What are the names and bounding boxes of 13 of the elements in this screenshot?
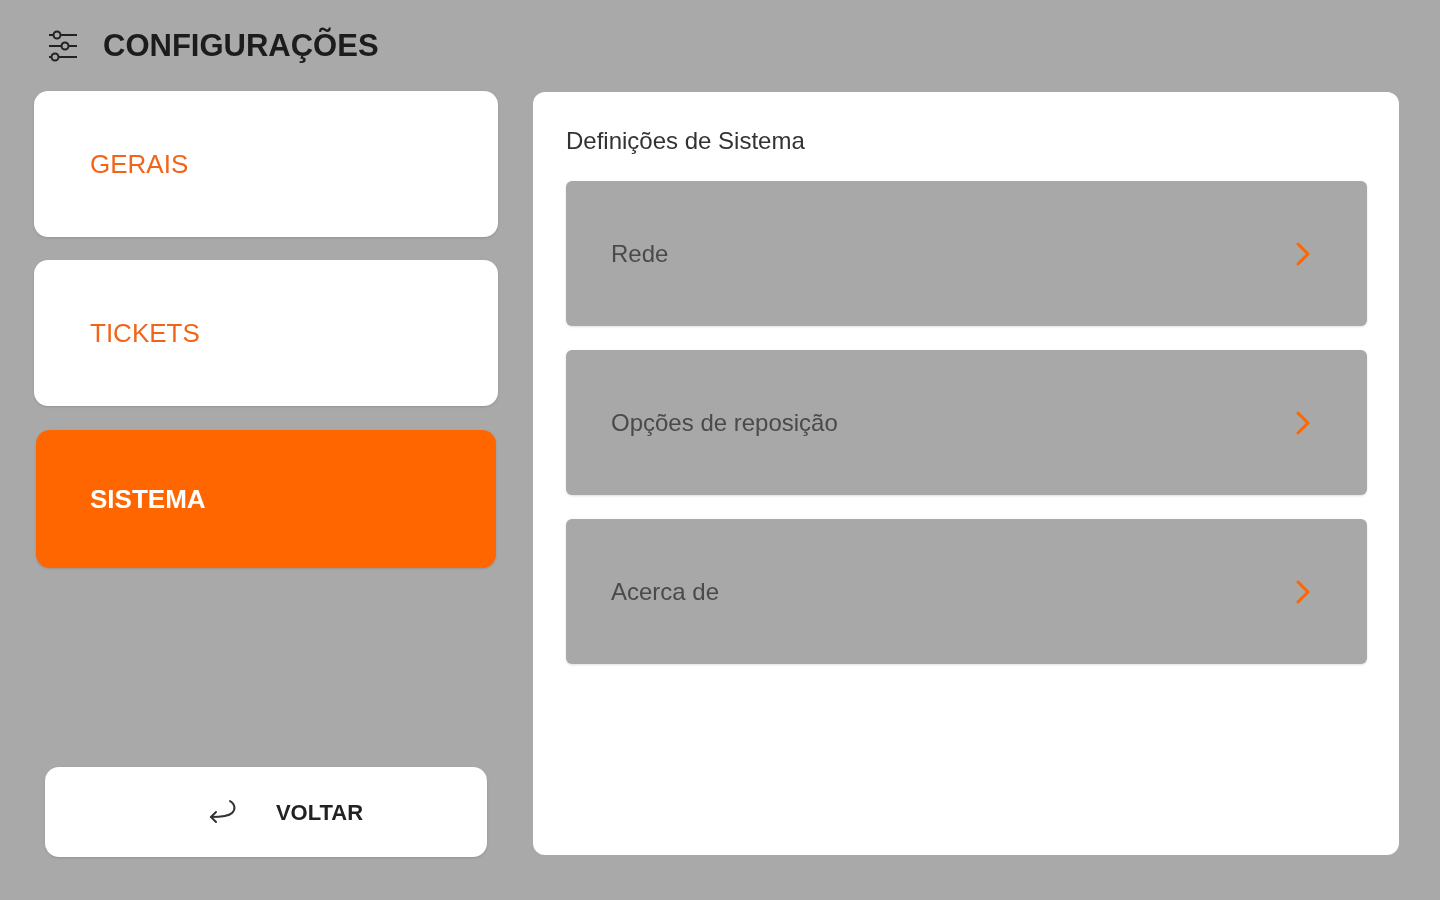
return-arrow-icon xyxy=(207,799,238,825)
settings-tab[interactable]: TICKETS xyxy=(34,260,498,406)
settings-tab[interactable]: SISTEMA xyxy=(36,430,496,568)
sliders-icon xyxy=(48,29,78,62)
settings-list-item[interactable]: Acerca de xyxy=(566,519,1367,664)
chevron-right-icon xyxy=(1296,241,1310,266)
settings-tab[interactable]: GERAIS xyxy=(34,91,498,237)
back-button[interactable]: VOLTAR xyxy=(45,767,487,857)
chevron-right-icon xyxy=(1296,410,1310,435)
chevron-right-icon xyxy=(1296,579,1310,604)
settings-list-item[interactable]: Rede xyxy=(566,181,1367,326)
settings-list-item[interactable]: Opções de reposição xyxy=(566,350,1367,495)
panel-title: Definições de Sistema xyxy=(566,127,805,155)
